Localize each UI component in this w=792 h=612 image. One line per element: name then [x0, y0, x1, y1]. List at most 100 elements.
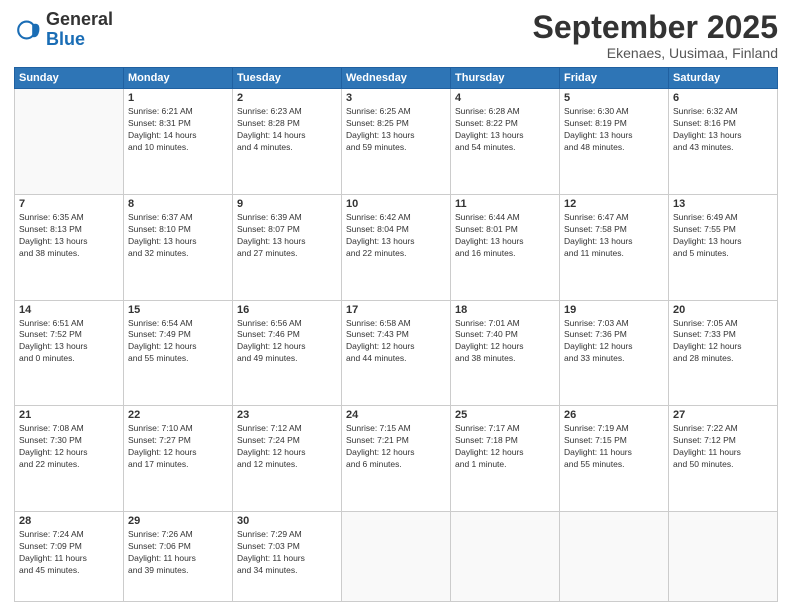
- day-number: 9: [237, 198, 337, 210]
- day-info: Sunrise: 7:26 AM Sunset: 7:06 PM Dayligh…: [128, 529, 228, 577]
- calendar-cell: 10 Sunrise: 6:42 AM Sunset: 8:04 PM Dayli…: [342, 194, 451, 300]
- day-number: 3: [346, 92, 446, 104]
- calendar-cell: 9 Sunrise: 6:39 AM Sunset: 8:07 PM Daylig…: [233, 194, 342, 300]
- weekday-header-monday: Monday: [124, 68, 233, 89]
- day-number: 14: [19, 304, 119, 316]
- day-number: 12: [564, 198, 664, 210]
- calendar-cell: 8 Sunrise: 6:37 AM Sunset: 8:10 PM Daylig…: [124, 194, 233, 300]
- day-number: 1: [128, 92, 228, 104]
- day-number: 5: [564, 92, 664, 104]
- logo-icon: [14, 16, 42, 44]
- calendar-cell: 11Sunrise: 6:44 AM Sunset: 8:01 PM Dayli…: [451, 194, 560, 300]
- calendar-cell: 24 Sunrise: 7:15 AM Sunset: 7:21 PM Dayli…: [342, 406, 451, 512]
- calendar-cell: [15, 89, 124, 195]
- day-info: Sunrise: 7:03 AM Sunset: 7:36 PM Dayligh…: [564, 318, 664, 366]
- day-info: Sunrise: 6:35 AM Sunset: 8:13 PM Dayligh…: [19, 212, 119, 260]
- calendar-cell: 6 Sunrise: 6:32 AM Sunset: 8:16 PM Daylig…: [669, 89, 778, 195]
- day-info: Sunrise: 6:51 AM Sunset: 7:52 PM Dayligh…: [19, 318, 119, 366]
- day-info: Sunrise: 7:29 AM Sunset: 7:03 PM Dayligh…: [237, 529, 337, 577]
- day-number: 21: [19, 409, 119, 421]
- logo-general-text: General: [46, 9, 113, 29]
- day-info: Sunrise: 7:22 AM Sunset: 7:12 PM Dayligh…: [673, 423, 773, 471]
- day-number: 20: [673, 304, 773, 316]
- calendar-cell: 2Sunrise: 6:23 AM Sunset: 8:28 PM Daylig…: [233, 89, 342, 195]
- page-container: General Blue September 2025 Ekenaes, Uus…: [0, 0, 792, 612]
- day-number: 8: [128, 198, 228, 210]
- calendar-cell: 7 Sunrise: 6:35 AM Sunset: 8:13 PM Daylig…: [15, 194, 124, 300]
- day-number: 30: [237, 515, 337, 527]
- calendar-week-2: 7 Sunrise: 6:35 AM Sunset: 8:13 PM Daylig…: [15, 194, 778, 300]
- calendar-cell: 27 Sunrise: 7:22 AM Sunset: 7:12 PM Dayli…: [669, 406, 778, 512]
- calendar-cell: 14 Sunrise: 6:51 AM Sunset: 7:52 PM Dayli…: [15, 300, 124, 406]
- day-info: Sunrise: 6:42 AM Sunset: 8:04 PM Dayligh…: [346, 212, 446, 260]
- calendar-cell: 28 Sunrise: 7:24 AM Sunset: 7:09 PM Dayli…: [15, 511, 124, 601]
- title-block: September 2025 Ekenaes, Uusimaa, Finland: [533, 10, 778, 61]
- day-number: 19: [564, 304, 664, 316]
- calendar-cell: 3 Sunrise: 6:25 AM Sunset: 8:25 PM Daylig…: [342, 89, 451, 195]
- calendar-cell: 30 Sunrise: 7:29 AM Sunset: 7:03 PM Dayli…: [233, 511, 342, 601]
- weekday-header-saturday: Saturday: [669, 68, 778, 89]
- day-number: 18: [455, 304, 555, 316]
- calendar-week-4: 21 Sunrise: 7:08 AM Sunset: 7:30 PM Dayli…: [15, 406, 778, 512]
- day-number: 26: [564, 409, 664, 421]
- day-number: 7: [19, 198, 119, 210]
- day-number: 29: [128, 515, 228, 527]
- day-info: Sunrise: 6:54 AM Sunset: 7:49 PM Dayligh…: [128, 318, 228, 366]
- day-number: 4: [455, 92, 555, 104]
- calendar-week-1: 1 Sunrise: 6:21 AM Sunset: 8:31 PM Daylig…: [15, 89, 778, 195]
- month-title: September 2025: [533, 10, 778, 45]
- day-info: Sunrise: 6:44 AM Sunset: 8:01 PM Dayligh…: [455, 212, 555, 260]
- weekday-header-friday: Friday: [560, 68, 669, 89]
- calendar-cell: [560, 511, 669, 601]
- calendar-cell: 25Sunrise: 7:17 AM Sunset: 7:18 PM Dayli…: [451, 406, 560, 512]
- calendar-cell: 15 Sunrise: 6:54 AM Sunset: 7:49 PM Dayli…: [124, 300, 233, 406]
- day-info: Sunrise: 6:21 AM Sunset: 8:31 PM Dayligh…: [128, 106, 228, 154]
- calendar-week-3: 14 Sunrise: 6:51 AM Sunset: 7:52 PM Dayli…: [15, 300, 778, 406]
- calendar-cell: 26 Sunrise: 7:19 AM Sunset: 7:15 PM Dayli…: [560, 406, 669, 512]
- day-info: Sunrise: 6:25 AM Sunset: 8:25 PM Dayligh…: [346, 106, 446, 154]
- day-info: Sunrise: 6:37 AM Sunset: 8:10 PM Dayligh…: [128, 212, 228, 260]
- day-info: Sunrise: 6:28 AM Sunset: 8:22 PM Dayligh…: [455, 106, 555, 154]
- day-info: Sunrise: 6:23 AM Sunset: 8:28 PM Dayligh…: [237, 106, 337, 154]
- day-number: 13: [673, 198, 773, 210]
- calendar-cell: 21 Sunrise: 7:08 AM Sunset: 7:30 PM Dayli…: [15, 406, 124, 512]
- day-number: 10: [346, 198, 446, 210]
- day-info: Sunrise: 6:47 AM Sunset: 7:58 PM Dayligh…: [564, 212, 664, 260]
- day-number: 6: [673, 92, 773, 104]
- calendar-cell: 29 Sunrise: 7:26 AM Sunset: 7:06 PM Dayli…: [124, 511, 233, 601]
- day-info: Sunrise: 7:01 AM Sunset: 7:40 PM Dayligh…: [455, 318, 555, 366]
- calendar-cell: 16Sunrise: 6:56 AM Sunset: 7:46 PM Dayli…: [233, 300, 342, 406]
- day-info: Sunrise: 7:19 AM Sunset: 7:15 PM Dayligh…: [564, 423, 664, 471]
- day-number: 17: [346, 304, 446, 316]
- day-info: Sunrise: 6:39 AM Sunset: 8:07 PM Dayligh…: [237, 212, 337, 260]
- calendar-cell: 18 Sunrise: 7:01 AM Sunset: 7:40 PM Dayli…: [451, 300, 560, 406]
- day-info: Sunrise: 6:49 AM Sunset: 7:55 PM Dayligh…: [673, 212, 773, 260]
- calendar-cell: 22Sunrise: 7:10 AM Sunset: 7:27 PM Dayli…: [124, 406, 233, 512]
- day-number: 28: [19, 515, 119, 527]
- day-info: Sunrise: 7:15 AM Sunset: 7:21 PM Dayligh…: [346, 423, 446, 471]
- day-info: Sunrise: 7:08 AM Sunset: 7:30 PM Dayligh…: [19, 423, 119, 471]
- weekday-header-thursday: Thursday: [451, 68, 560, 89]
- calendar-cell: 13 Sunrise: 6:49 AM Sunset: 7:55 PM Dayli…: [669, 194, 778, 300]
- day-info: Sunrise: 6:32 AM Sunset: 8:16 PM Dayligh…: [673, 106, 773, 154]
- day-info: Sunrise: 7:24 AM Sunset: 7:09 PM Dayligh…: [19, 529, 119, 577]
- weekday-header-row: SundayMondayTuesdayWednesdayThursdayFrid…: [15, 68, 778, 89]
- calendar-cell: 1 Sunrise: 6:21 AM Sunset: 8:31 PM Daylig…: [124, 89, 233, 195]
- calendar-cell: 20 Sunrise: 7:05 AM Sunset: 7:33 PM Dayli…: [669, 300, 778, 406]
- calendar-cell: 12 Sunrise: 6:47 AM Sunset: 7:58 PM Dayli…: [560, 194, 669, 300]
- day-number: 24: [346, 409, 446, 421]
- calendar-table: SundayMondayTuesdayWednesdayThursdayFrid…: [14, 67, 778, 602]
- weekday-header-tuesday: Tuesday: [233, 68, 342, 89]
- calendar-week-5: 28 Sunrise: 7:24 AM Sunset: 7:09 PM Dayli…: [15, 511, 778, 601]
- calendar-cell: 23Sunrise: 7:12 AM Sunset: 7:24 PM Dayli…: [233, 406, 342, 512]
- day-info: Sunrise: 6:56 AM Sunset: 7:46 PM Dayligh…: [237, 318, 337, 366]
- day-info: Sunrise: 6:58 AM Sunset: 7:43 PM Dayligh…: [346, 318, 446, 366]
- calendar-cell: [669, 511, 778, 601]
- day-number: 22: [128, 409, 228, 421]
- day-number: 15: [128, 304, 228, 316]
- day-number: 25: [455, 409, 555, 421]
- day-info: Sunrise: 7:05 AM Sunset: 7:33 PM Dayligh…: [673, 318, 773, 366]
- day-number: 27: [673, 409, 773, 421]
- calendar-cell: 5Sunrise: 6:30 AM Sunset: 8:19 PM Daylig…: [560, 89, 669, 195]
- day-number: 23: [237, 409, 337, 421]
